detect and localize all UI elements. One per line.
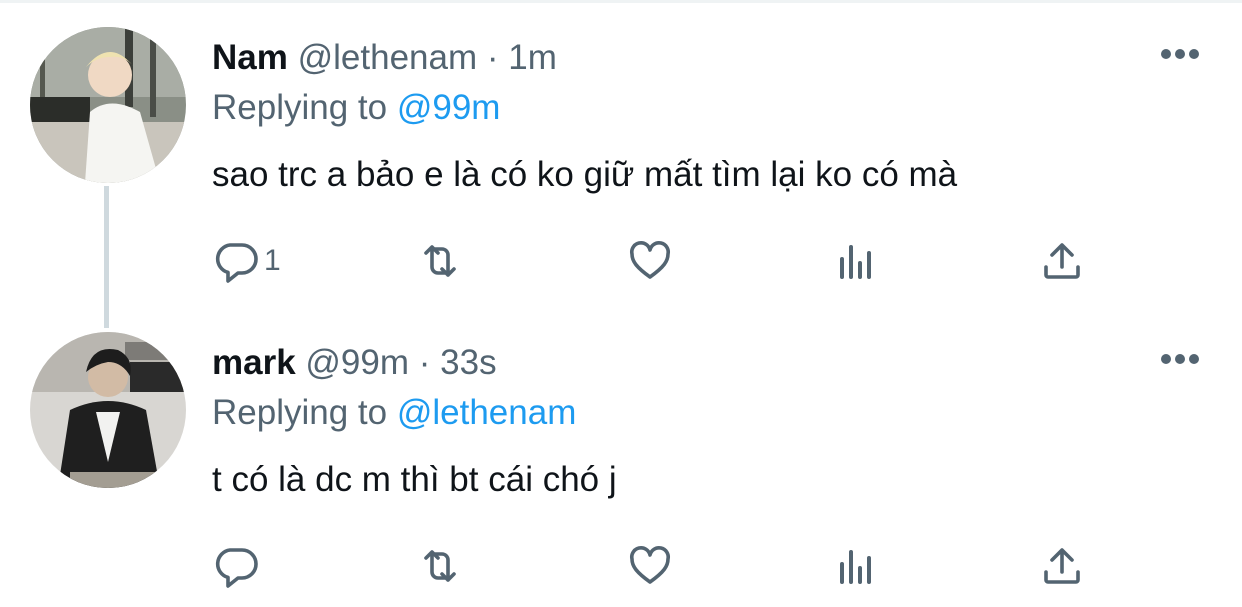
like-button[interactable] (626, 541, 674, 591)
like-button[interactable] (626, 236, 674, 286)
retweet-button[interactable] (416, 236, 464, 286)
display-name[interactable]: Nam (212, 38, 288, 77)
more-icon[interactable] (1158, 351, 1202, 367)
retweet-icon (424, 245, 456, 277)
tweet-actions (0, 541, 1242, 591)
tweet-actions: 1 (0, 236, 1242, 286)
tweet-text: sao trc a bảo e là có ko giữ mất tìm lại… (212, 155, 958, 194)
share-icon (1044, 548, 1080, 584)
share-button[interactable] (1038, 236, 1086, 286)
reply-icon (215, 548, 258, 588)
reply-button[interactable]: 1 (212, 236, 281, 286)
separator-dot: · (486, 38, 499, 77)
timestamp[interactable]: 33s (440, 343, 496, 382)
replying-prefix: Replying to (212, 88, 388, 127)
retweet-button[interactable] (416, 541, 464, 591)
mention-link[interactable]: @lethenam (397, 393, 577, 432)
tweet-1[interactable]: Nam @lethenam · 1m Replying to @99m sao … (0, 0, 1242, 328)
display-name[interactable]: mark (212, 343, 296, 382)
more-icon[interactable] (1158, 46, 1202, 62)
analytics-button[interactable] (832, 236, 880, 286)
username-handle[interactable]: @99m (305, 343, 409, 382)
reply-icon (215, 243, 258, 283)
mention-link[interactable]: @99m (397, 88, 501, 127)
tweet-header: mark @99m · 33s (212, 343, 497, 383)
avatar-nam[interactable] (30, 27, 186, 183)
replying-prefix: Replying to (212, 393, 388, 432)
replying-to-line: Replying to @99m (212, 88, 500, 128)
tweet-2[interactable]: mark @99m · 33s Replying to @lethenam t … (0, 305, 1242, 605)
replying-to-line: Replying to @lethenam (212, 393, 576, 433)
analytics-icon (840, 550, 871, 584)
analytics-icon (840, 245, 871, 279)
retweet-icon (424, 550, 456, 582)
tweet-header: Nam @lethenam · 1m (212, 38, 557, 78)
tweet-text: t có là dc m thì bt cái chó j (212, 460, 617, 499)
reply-count: 1 (264, 244, 281, 277)
reply-button[interactable] (212, 541, 264, 591)
share-button[interactable] (1038, 541, 1086, 591)
separator-dot: · (418, 343, 431, 382)
avatar-mark[interactable] (30, 332, 186, 488)
like-icon (629, 240, 671, 279)
username-handle[interactable]: @lethenam (298, 38, 478, 77)
analytics-button[interactable] (832, 541, 880, 591)
like-icon (629, 545, 671, 584)
share-icon (1044, 243, 1080, 279)
timestamp[interactable]: 1m (508, 38, 557, 77)
